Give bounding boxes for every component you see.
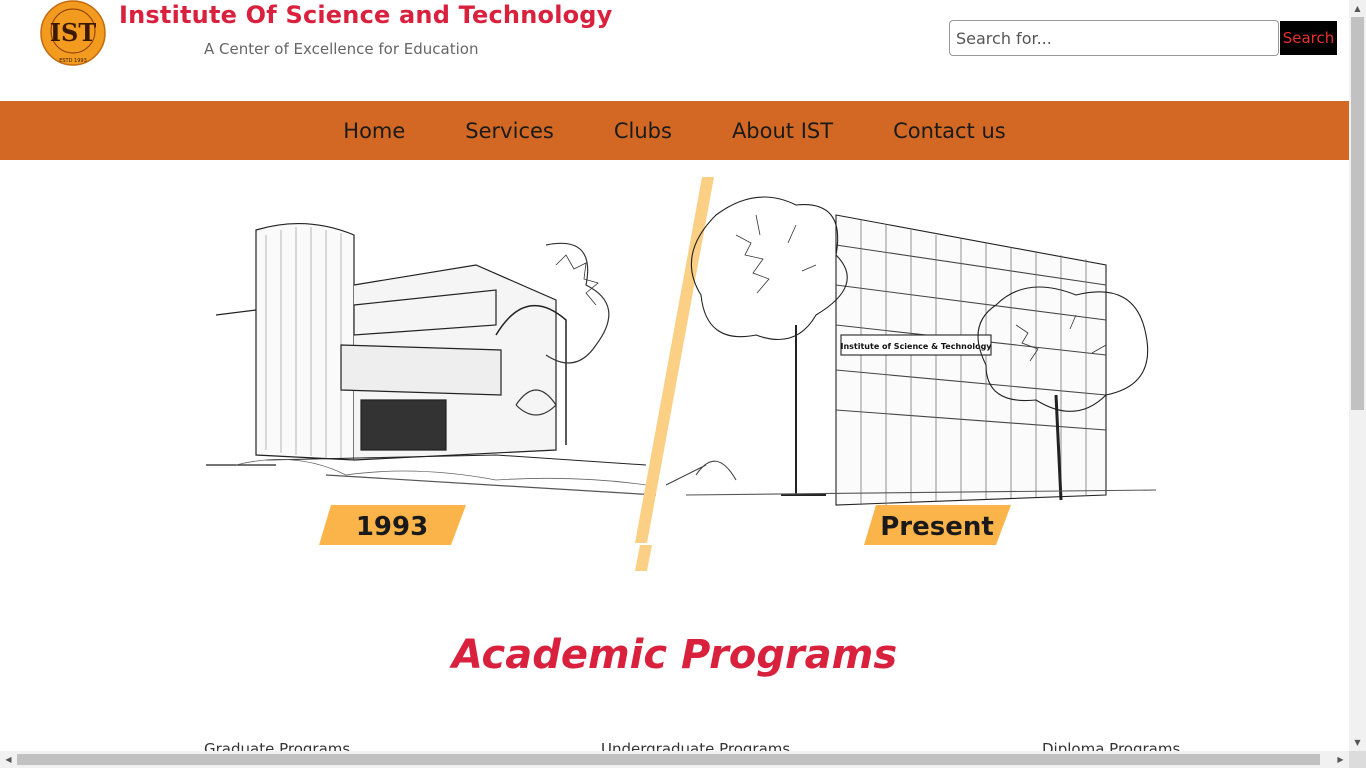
logo-estd: ESTD 1993 — [59, 58, 87, 64]
year-ribbon-present: Present — [864, 505, 1011, 545]
horizontal-scrollbar[interactable]: ◀ ▶ — [0, 751, 1349, 768]
scroll-left-icon[interactable]: ◀ — [0, 751, 17, 768]
site-title: Institute Of Science and Technology — [119, 1, 613, 29]
page: IST ESTD 1993 Institute Of Science and T… — [0, 0, 1349, 751]
program-graduate[interactable]: Graduate Programs — [204, 740, 350, 751]
new-building-sketch: Institute of Science & Technology — [665, 196, 1157, 506]
vertical-scroll-thumb[interactable] — [1351, 17, 1364, 410]
old-building-sketch — [206, 222, 657, 496]
scroll-up-icon[interactable]: ▲ — [1349, 0, 1366, 17]
main-navbar: Home Services Clubs About IST Contact us — [0, 101, 1349, 160]
hero-illustration: Institute of Science & Technology 1993 P — [196, 175, 1161, 575]
program-undergraduate[interactable]: Undergraduate Programs — [601, 740, 790, 751]
ist-logo-icon[interactable]: IST ESTD 1993 — [40, 0, 106, 68]
year-label-present: Present — [880, 512, 994, 542]
scroll-right-icon[interactable]: ▶ — [1332, 751, 1349, 768]
year-ribbon-1993: 1993 — [319, 505, 466, 545]
program-diploma[interactable]: Diploma Programs — [1042, 740, 1180, 751]
search-button[interactable]: Search — [1280, 21, 1337, 55]
scrollbar-corner — [1349, 751, 1366, 768]
year-label-1993: 1993 — [356, 512, 428, 542]
nav-item-clubs[interactable]: Clubs — [584, 119, 702, 143]
nav-item-about[interactable]: About IST — [702, 119, 863, 143]
divider-slash — [635, 177, 714, 571]
logo-letters: IST — [50, 18, 97, 47]
horizontal-scroll-thumb[interactable] — [17, 754, 1320, 765]
nav-item-services[interactable]: Services — [435, 119, 584, 143]
vertical-scrollbar[interactable]: ▲ ▼ — [1349, 0, 1366, 751]
nav-list: Home Services Clubs About IST Contact us — [0, 101, 1349, 160]
scroll-down-icon[interactable]: ▼ — [1349, 734, 1366, 751]
nav-item-home[interactable]: Home — [313, 119, 435, 143]
site-tagline: A Center of Excellence for Education — [204, 40, 479, 58]
search-input[interactable] — [949, 20, 1279, 56]
building-sign: Institute of Science & Technology — [840, 342, 992, 351]
academic-programs-title: Academic Programs — [451, 632, 898, 678]
nav-item-contact[interactable]: Contact us — [863, 119, 1036, 143]
